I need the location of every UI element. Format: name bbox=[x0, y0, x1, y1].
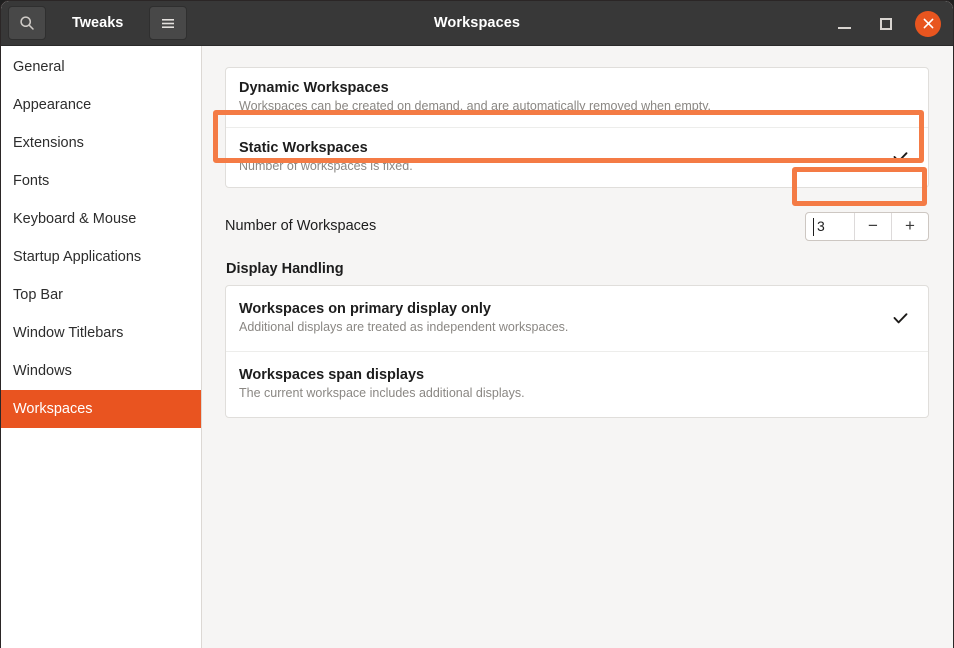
option-primary-display-only[interactable]: Workspaces on primary display only Addit… bbox=[226, 286, 928, 351]
option-texts: Dynamic Workspaces Workspaces can be cre… bbox=[239, 79, 890, 115]
maximize-button[interactable] bbox=[873, 11, 899, 37]
sidebar-item-windows[interactable]: Windows bbox=[1, 352, 201, 390]
sidebar-item-fonts[interactable]: Fonts bbox=[1, 162, 201, 200]
window-controls bbox=[831, 1, 941, 46]
minimize-button[interactable] bbox=[831, 11, 857, 37]
sidebar-item-startup-applications[interactable]: Startup Applications bbox=[1, 238, 201, 276]
search-icon bbox=[20, 16, 34, 30]
sidebar-item-keyboard-mouse[interactable]: Keyboard & Mouse bbox=[1, 200, 201, 238]
option-title: Workspaces on primary display only bbox=[239, 301, 491, 317]
selected-check-icon bbox=[890, 308, 910, 328]
checkmark-placeholder bbox=[890, 87, 910, 107]
number-of-workspaces-spinbutton[interactable]: 3 − + bbox=[805, 211, 929, 241]
number-of-workspaces-row: Number of Workspaces 3 − + bbox=[225, 205, 929, 247]
selected-check-icon bbox=[890, 147, 910, 167]
sidebar-item-label: Extensions bbox=[13, 135, 84, 151]
text-caret bbox=[813, 217, 814, 236]
option-subtitle: Number of workspaces is fixed. bbox=[239, 159, 413, 173]
close-button[interactable] bbox=[915, 10, 941, 37]
tweaks-window: Tweaks Workspaces General Appearance Ext… bbox=[0, 0, 954, 648]
option-texts: Static Workspaces Number of workspaces i… bbox=[239, 139, 890, 175]
settings-list: Dynamic Workspaces Workspaces can be cre… bbox=[202, 46, 953, 418]
option-texts: Workspaces on primary display only Addit… bbox=[239, 300, 890, 336]
sidebar-item-workspaces[interactable]: Workspaces bbox=[1, 390, 201, 428]
sidebar-item-appearance[interactable]: Appearance bbox=[1, 86, 201, 124]
display-handling-heading: Display Handling bbox=[226, 261, 344, 277]
option-title: Static Workspaces bbox=[239, 140, 368, 156]
option-subtitle: Additional displays are treated as indep… bbox=[239, 320, 569, 334]
checkmark-placeholder bbox=[890, 374, 910, 394]
display-handling-card: Workspaces on primary display only Addit… bbox=[225, 285, 929, 418]
sidebar-item-label: Appearance bbox=[13, 97, 92, 113]
sidebar-item-extensions[interactable]: Extensions bbox=[1, 124, 201, 162]
option-span-displays[interactable]: Workspaces span displays The current wor… bbox=[226, 351, 928, 417]
option-dynamic-workspaces[interactable]: Dynamic Workspaces Workspaces can be cre… bbox=[226, 68, 928, 127]
option-title: Dynamic Workspaces bbox=[239, 80, 389, 96]
sidebar-item-label: Windows bbox=[13, 363, 72, 379]
sidebar: General Appearance Extensions Fonts Keyb… bbox=[1, 46, 202, 648]
workspaces-count-input[interactable]: 3 bbox=[806, 213, 854, 240]
content-area: Dynamic Workspaces Workspaces can be cre… bbox=[202, 46, 953, 648]
sidebar-item-label: Startup Applications bbox=[13, 249, 142, 265]
option-subtitle: Workspaces can be created on demand, and… bbox=[239, 99, 712, 113]
window-titlebar: Tweaks Workspaces bbox=[1, 1, 953, 46]
option-texts: Workspaces span displays The current wor… bbox=[239, 366, 890, 402]
sidebar-item-label: Keyboard & Mouse bbox=[13, 211, 137, 227]
sidebar-item-window-titlebars[interactable]: Window Titlebars bbox=[1, 314, 201, 352]
sidebar-item-label: Top Bar bbox=[13, 287, 63, 303]
app-name-label: Tweaks bbox=[72, 15, 124, 31]
option-title: Workspaces span displays bbox=[239, 367, 425, 383]
decrement-button[interactable]: − bbox=[854, 212, 891, 240]
main-menu-button[interactable] bbox=[149, 6, 188, 40]
close-icon bbox=[923, 18, 933, 29]
hamburger-menu-icon bbox=[162, 19, 175, 28]
option-static-workspaces[interactable]: Static Workspaces Number of workspaces i… bbox=[226, 127, 928, 187]
sidebar-item-general[interactable]: General bbox=[1, 48, 201, 86]
workspaces-count-value: 3 bbox=[817, 218, 825, 234]
sidebar-item-label: Workspaces bbox=[13, 401, 93, 417]
workspace-mode-card: Dynamic Workspaces Workspaces can be cre… bbox=[225, 67, 929, 188]
option-subtitle: The current workspace includes additiona… bbox=[239, 386, 525, 400]
titlebar-left-controls: Tweaks bbox=[1, 6, 188, 40]
number-of-workspaces-label: Number of Workspaces bbox=[225, 218, 377, 234]
sidebar-item-label: Window Titlebars bbox=[13, 325, 124, 341]
sidebar-item-label: Fonts bbox=[13, 173, 50, 189]
sidebar-item-label: General bbox=[13, 59, 65, 75]
window-body: General Appearance Extensions Fonts Keyb… bbox=[1, 46, 953, 648]
search-button[interactable] bbox=[8, 6, 46, 40]
increment-button[interactable]: + bbox=[891, 212, 928, 240]
maximize-icon bbox=[880, 17, 892, 30]
sidebar-item-top-bar[interactable]: Top Bar bbox=[1, 276, 201, 314]
minimize-icon bbox=[837, 27, 851, 29]
